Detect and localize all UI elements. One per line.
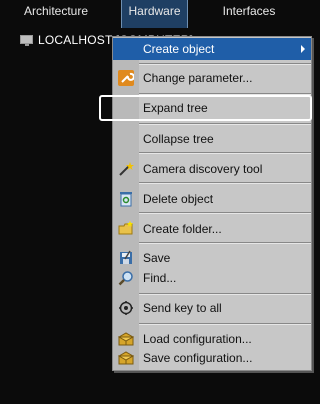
key-icon: [118, 300, 134, 316]
menu-item-create-object[interactable]: Create object: [113, 38, 311, 60]
menu-item-label: Create object: [143, 42, 215, 56]
menu-separator: [139, 212, 311, 214]
magnifier-icon: [118, 270, 134, 286]
menu-item-save[interactable]: Save: [113, 247, 311, 269]
menu-item-send-key-to-all[interactable]: Send key to all: [113, 297, 311, 319]
menu-item-collapse-tree[interactable]: Collapse tree: [113, 128, 311, 150]
menu-separator: [139, 152, 311, 154]
menu-separator: [139, 63, 311, 65]
menu-separator: [139, 182, 311, 184]
highlight-callout: [99, 95, 312, 121]
menu-item-change-parameter[interactable]: Change parameter...: [113, 67, 311, 89]
magic-wand-icon: [118, 161, 134, 177]
menu-item-label: Save: [143, 251, 171, 265]
menu-item-label: Collapse tree: [143, 132, 214, 146]
menu-item-label: Create folder...: [143, 222, 222, 236]
menu-item-save-configuration[interactable]: Save configuration...: [113, 347, 311, 369]
menu-item-label: Send key to all: [143, 301, 222, 315]
menu-item-find[interactable]: Find...: [113, 267, 311, 289]
menu-separator: [139, 123, 311, 125]
menu-separator: [139, 293, 311, 295]
menu-item-delete-object[interactable]: Delete object: [113, 188, 311, 210]
recycle-bin-icon: [118, 191, 134, 207]
context-menu: Create object Change parameter... Expand…: [112, 36, 312, 371]
submenu-arrow-icon: [301, 45, 305, 53]
menu-separator: [139, 242, 311, 244]
folder-icon: [118, 221, 134, 237]
menu-item-label: Camera discovery tool: [143, 162, 263, 176]
tab-bar: Architecture Hardware Interfaces: [0, 0, 314, 28]
wrench-icon: [118, 70, 135, 86]
menu-item-label: Change parameter...: [143, 71, 253, 85]
menu-separator: [139, 323, 311, 325]
tab-hardware[interactable]: Hardware: [121, 0, 188, 28]
computer-icon: [20, 35, 33, 46]
menu-item-camera-discovery-tool[interactable]: Camera discovery tool: [113, 158, 311, 180]
tab-architecture[interactable]: Architecture: [0, 0, 112, 28]
load-box-icon: [117, 331, 135, 347]
menu-item-label: Delete object: [143, 192, 214, 206]
menu-item-create-folder[interactable]: Create folder...: [113, 218, 311, 240]
menu-item-label: Save configuration...: [143, 351, 253, 365]
tab-interfaces[interactable]: Interfaces: [190, 0, 308, 28]
menu-item-label: Load configuration...: [143, 332, 252, 346]
save-icon: [118, 250, 134, 266]
save-box-icon: [117, 350, 135, 366]
menu-item-label: Find...: [143, 271, 177, 285]
